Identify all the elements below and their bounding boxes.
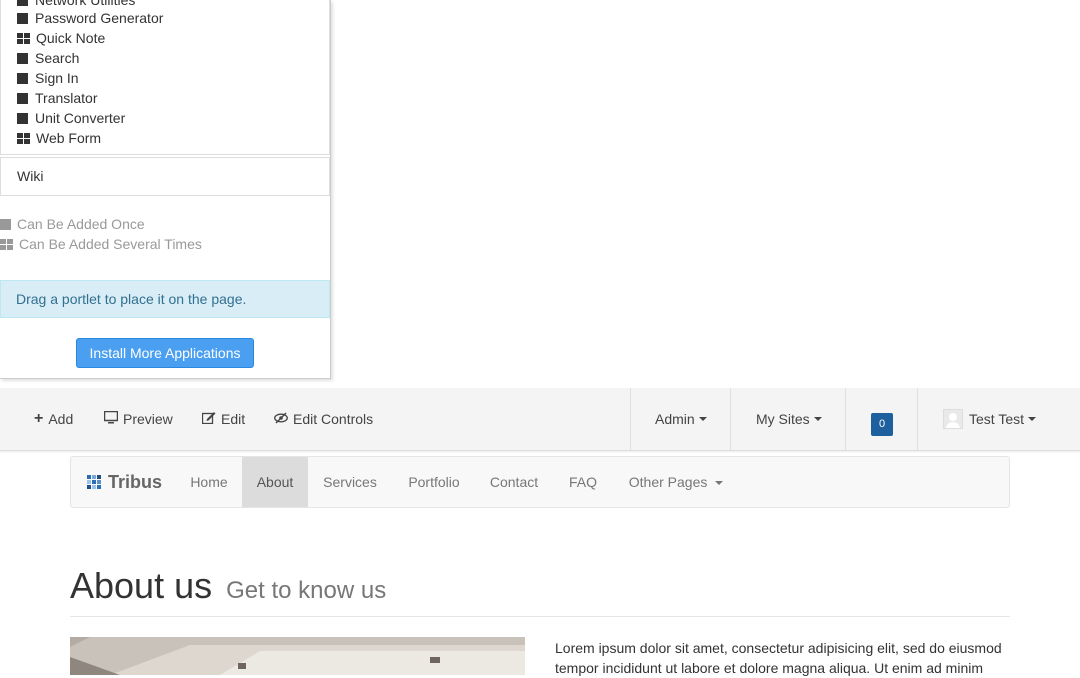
nav-about[interactable]: About	[242, 457, 308, 507]
nav-portfolio[interactable]: Portfolio	[393, 457, 475, 507]
drag-info-text: Drag a portlet to place it on the page.	[16, 291, 247, 307]
list-item[interactable]: Web Form	[17, 128, 101, 148]
drag-info-alert: Drag a portlet to place it on the page.	[0, 280, 330, 318]
caret-down-icon	[698, 417, 707, 421]
page-title: About us Get to know us	[70, 565, 386, 607]
preview-label: Preview	[123, 411, 173, 427]
avatar	[943, 409, 963, 429]
application-label: Translator	[35, 90, 98, 106]
eye-slash-icon	[274, 411, 288, 427]
category-label: Wiki	[17, 168, 44, 184]
application-list: Network Utilities Password Generator Qui…	[0, 0, 330, 155]
user-menu[interactable]: Test Test	[943, 388, 1036, 450]
single-instance-icon	[17, 92, 28, 104]
admin-label: Admin	[655, 411, 695, 427]
separator	[917, 388, 918, 450]
application-label: Web Form	[36, 130, 102, 146]
site-brand[interactable]: Tribus	[87, 457, 162, 507]
multi-instance-icon	[17, 32, 30, 44]
admin-menu[interactable]: Admin	[655, 388, 707, 450]
edit-label: Edit	[221, 411, 246, 427]
separator	[845, 388, 846, 450]
paragraph-line: tempor incididunt ut labore et dolore ma…	[555, 660, 984, 676]
nav-services[interactable]: Services	[309, 457, 391, 507]
application-label: Quick Note	[36, 30, 106, 46]
add-application-panel: Network Utilities Password Generator Qui…	[0, 0, 331, 379]
page-title-text: About us	[70, 565, 213, 606]
separator	[630, 388, 631, 450]
list-item[interactable]: Unit Converter	[17, 108, 125, 128]
single-instance-icon	[17, 0, 28, 6]
about-paragraph: Lorem ipsum dolor sit amet, consectetur …	[555, 638, 1015, 678]
plus-icon: +	[34, 410, 44, 427]
nav-other-pages[interactable]: Other Pages	[614, 457, 738, 507]
application-label: Password Generator	[35, 10, 164, 26]
legend-once-label: Can Be Added Once	[17, 216, 145, 232]
multi-instance-icon	[0, 238, 13, 250]
caret-down-icon	[1028, 417, 1036, 421]
control-menu-bar: + Add Preview Edit Edit Controls Admin M…	[0, 388, 1080, 451]
tribus-logo-icon	[87, 475, 101, 489]
single-instance-icon	[0, 218, 11, 230]
single-instance-icon	[17, 112, 28, 124]
edit-controls-toggle[interactable]: Edit Controls	[274, 388, 373, 450]
notification-badge[interactable]: 0	[871, 413, 893, 436]
edit-button[interactable]: Edit	[201, 388, 246, 450]
my-sites-label: My Sites	[756, 411, 810, 427]
list-item[interactable]: Translator	[17, 88, 98, 108]
page-subtitle: Get to know us	[226, 577, 387, 604]
paragraph-line: Lorem ipsum dolor sit amet, consectetur …	[555, 640, 1002, 656]
interior-photo-image	[70, 637, 525, 675]
brand-name: Tribus	[108, 471, 163, 492]
nav-contact[interactable]: Contact	[476, 457, 552, 507]
nav-home[interactable]: Home	[175, 457, 243, 507]
application-label: Search	[35, 50, 80, 66]
application-label: Network Utilities	[35, 0, 136, 8]
site-navbar: Tribus Home About Services Portfolio Con…	[70, 456, 1010, 508]
edit-controls-label: Edit Controls	[293, 411, 374, 427]
nav-other-pages-label: Other Pages	[628, 474, 708, 490]
add-button[interactable]: + Add	[34, 388, 73, 450]
category-wiki[interactable]: Wiki	[0, 157, 330, 196]
list-item[interactable]: Search	[17, 48, 79, 68]
legend-once: Can Be Added Once	[0, 216, 145, 232]
separator	[730, 388, 731, 450]
desktop-icon	[103, 410, 119, 427]
my-sites-menu[interactable]: My Sites	[756, 388, 822, 450]
application-label: Unit Converter	[35, 110, 126, 126]
application-label: Sign In	[35, 70, 79, 86]
list-item[interactable]: Quick Note	[17, 28, 105, 48]
add-label: Add	[48, 411, 74, 427]
install-more-applications-button[interactable]: Install More Applications	[76, 338, 254, 368]
caret-down-icon	[813, 417, 822, 421]
edit-icon	[201, 411, 216, 427]
about-photo	[70, 637, 525, 675]
caret-down-icon	[715, 481, 724, 486]
legend-several: Can Be Added Several Times	[0, 236, 202, 252]
preview-button[interactable]: Preview	[103, 388, 173, 450]
single-instance-icon	[17, 12, 28, 24]
list-item[interactable]: Sign In	[17, 68, 79, 88]
single-instance-icon	[17, 72, 28, 84]
legend-several-label: Can Be Added Several Times	[19, 236, 202, 252]
list-item[interactable]: Password Generator	[17, 8, 163, 28]
title-divider	[70, 616, 1010, 617]
user-name: Test Test	[969, 411, 1024, 427]
single-instance-icon	[17, 52, 28, 64]
multi-instance-icon	[17, 132, 30, 144]
nav-faq[interactable]: FAQ	[552, 457, 614, 507]
